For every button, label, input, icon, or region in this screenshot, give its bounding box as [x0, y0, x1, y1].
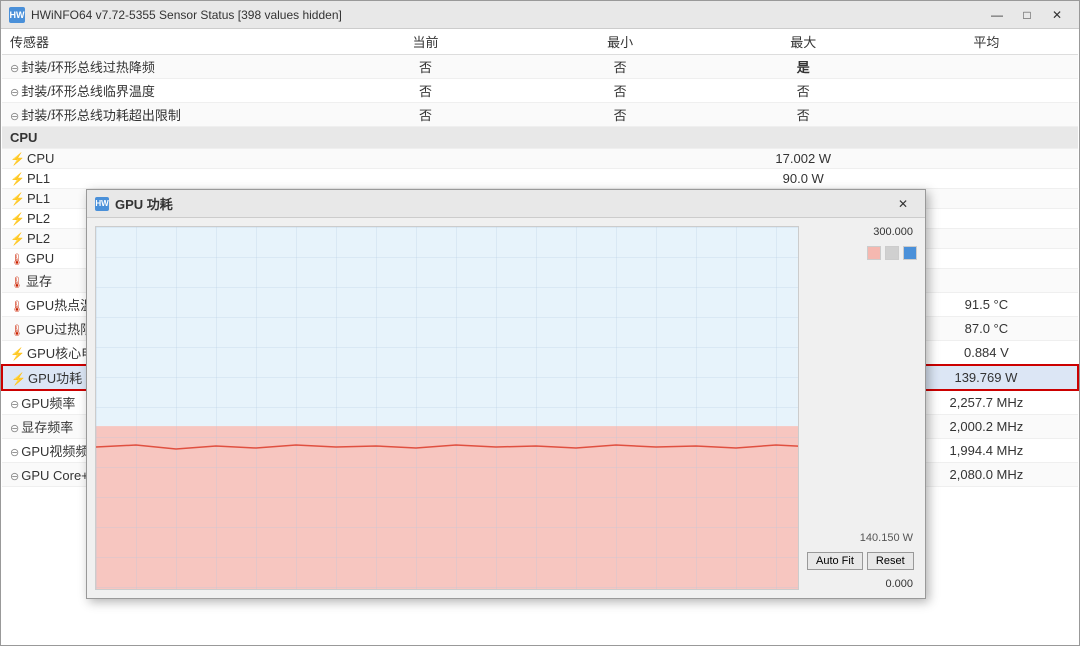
circle-minus-icon: ⊖	[10, 446, 19, 459]
table-row[interactable]: ⊖封装/环形总线功耗超出限制 否 否 否	[2, 103, 1078, 127]
col-current: 当前	[323, 29, 529, 55]
gpu-power-popup: HW GPU 功耗 ✕	[86, 189, 926, 599]
main-content: 传感器 当前 最小 最大 平均 ⊖封装/环形总线过热降频 否 否 是	[1, 29, 1079, 645]
lightning-icon: ⚡	[10, 172, 25, 186]
color-box-gray	[885, 246, 899, 260]
lightning-icon: ⚡	[10, 347, 25, 361]
col-avg: 平均	[895, 29, 1078, 55]
col-sensor: 传感器	[2, 29, 323, 55]
thermometer-icon: 🌡	[10, 324, 24, 337]
window-controls: — □ ✕	[983, 5, 1071, 25]
table-row[interactable]: ⚡PL1 90.0 W	[2, 169, 1078, 189]
popup-close-button[interactable]: ✕	[889, 194, 917, 214]
lightning-icon: ⚡	[11, 372, 26, 386]
cpu-section-label: CPU	[10, 130, 37, 145]
circle-minus-icon: ⊖	[10, 110, 19, 123]
chart-area	[95, 226, 799, 590]
thermometer-icon: 🌡	[10, 276, 24, 289]
window-title: HWiNFO64 v7.72-5355 Sensor Status [398 v…	[31, 8, 342, 22]
table-row[interactable]: ⊖封装/环形总线过热降频 否 否 是	[2, 55, 1078, 79]
popup-content: 300.000 140.150 W Auto Fit Reset	[87, 218, 925, 598]
circle-minus-icon: ⊖	[10, 86, 19, 99]
color-box-pink	[867, 246, 881, 260]
lightning-icon: ⚡	[10, 192, 25, 206]
chart-svg	[96, 227, 798, 589]
circle-minus-icon: ⊖	[10, 398, 19, 411]
lightning-icon: ⚡	[10, 232, 25, 246]
reset-button[interactable]: Reset	[867, 552, 914, 570]
chart-y-zero: 0.000	[807, 578, 917, 590]
color-box-blue	[903, 246, 917, 260]
chart-controls: Auto Fit Reset	[807, 552, 917, 570]
popup-icon: HW	[95, 197, 109, 211]
chart-color-boxes	[807, 246, 917, 260]
autofit-button[interactable]: Auto Fit	[807, 552, 863, 570]
table-row[interactable]: ⚡CPU 17.002 W	[2, 149, 1078, 169]
section-header-cpu: CPU	[2, 127, 1078, 149]
close-button[interactable]: ✕	[1043, 5, 1071, 25]
title-bar: HW HWiNFO64 v7.72-5355 Sensor Status [39…	[1, 1, 1079, 29]
chart-y-max: 300.000	[807, 226, 917, 238]
popup-title-bar: HW GPU 功耗 ✕	[87, 190, 925, 218]
col-max: 最大	[712, 29, 895, 55]
app-icon: HW	[9, 7, 25, 23]
maximize-button[interactable]: □	[1013, 5, 1041, 25]
title-bar-left: HW HWiNFO64 v7.72-5355 Sensor Status [39…	[9, 7, 342, 23]
col-min: 最小	[529, 29, 712, 55]
popup-title: GPU 功耗	[115, 194, 173, 213]
circle-minus-icon: ⊖	[10, 470, 19, 483]
thermometer-icon: 🌡	[10, 253, 24, 266]
chart-y-mid: 140.150 W	[807, 532, 917, 544]
table-row[interactable]: ⊖封装/环形总线临界温度 否 否 否	[2, 79, 1078, 103]
lightning-icon: ⚡	[10, 212, 25, 226]
circle-minus-icon: ⊖	[10, 422, 19, 435]
circle-minus-icon: ⊖	[10, 62, 19, 75]
main-window: HW HWiNFO64 v7.72-5355 Sensor Status [39…	[0, 0, 1080, 646]
lightning-icon: ⚡	[10, 152, 25, 166]
minimize-button[interactable]: —	[983, 5, 1011, 25]
chart-sidebar: 300.000 140.150 W Auto Fit Reset	[807, 226, 917, 590]
thermometer-icon: 🌡	[10, 300, 24, 313]
